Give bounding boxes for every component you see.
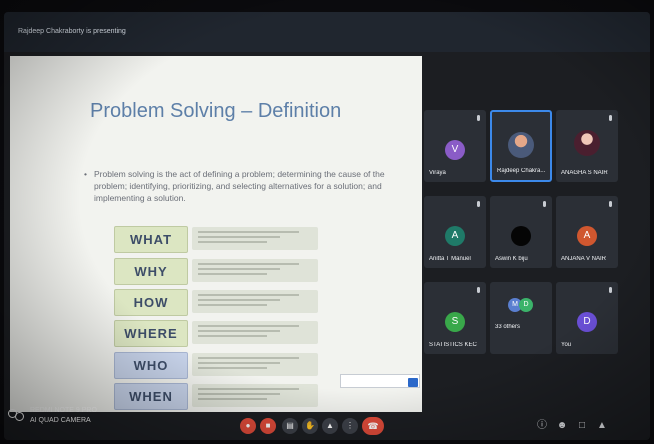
row-description	[192, 227, 318, 250]
avatar: V	[445, 140, 465, 160]
row-label: WHO	[114, 352, 188, 379]
avatar	[511, 226, 531, 246]
slide-row-where: WHERE	[114, 320, 320, 347]
people-icon[interactable]: ☻	[556, 420, 568, 432]
row-description	[192, 353, 318, 376]
participant-tile[interactable]: A ANJANA V NAIR	[556, 196, 618, 268]
mic-off-icon	[609, 115, 612, 121]
row-label: HOW	[114, 289, 188, 316]
mic-off-icon	[609, 201, 612, 207]
row-label: WHY	[114, 258, 188, 285]
participant-name: ANAGHA S NAIR	[561, 170, 608, 176]
present-icon[interactable]: ▲	[322, 418, 338, 434]
mic-off-icon	[543, 201, 546, 207]
participant-name: Rajdeep Chakra...	[497, 168, 546, 174]
monitor-screen: Rajdeep Chakraborty is presenting Proble…	[4, 12, 650, 440]
avatar: D	[577, 312, 597, 332]
avatar: A	[445, 226, 465, 246]
mic-off-icon	[477, 287, 480, 293]
participant-tile[interactable]: ANAGHA S NAIR	[556, 110, 618, 182]
watermark-line-1: REDMI NOTE 9 PRO	[30, 407, 97, 414]
participant-name: Anitta T Manuel	[429, 256, 471, 262]
avatar: A	[577, 226, 597, 246]
avatar: D	[519, 298, 533, 312]
slide-row-how: HOW	[114, 289, 320, 316]
row-label: WHERE	[114, 320, 188, 347]
participant-tile-active[interactable]: Rajdeep Chakra...	[490, 110, 552, 182]
participant-name: Aswin K biju	[495, 256, 528, 262]
self-tile[interactable]: D You	[556, 282, 618, 354]
mic-off-icon	[477, 115, 480, 121]
row-description	[192, 321, 318, 344]
avatar-photo	[508, 132, 534, 158]
mic-toggle-icon[interactable]: ●	[240, 418, 256, 434]
participant-name: You	[561, 342, 572, 348]
row-description	[192, 290, 318, 313]
slide-bullet: Problem solving is the act of defining a…	[84, 168, 394, 204]
avatar-photo	[574, 130, 600, 156]
activities-icon[interactable]: ▲	[596, 420, 608, 432]
row-description	[192, 384, 318, 407]
participant-name: ANJANA V NAIR	[561, 256, 607, 262]
watermark-line-2: AI QUAD CAMERA	[30, 417, 91, 424]
mic-off-icon	[477, 201, 480, 207]
presenting-label: Rajdeep Chakraborty is presenting	[18, 28, 126, 35]
mic-off-icon	[609, 287, 612, 293]
row-label: WHEN	[114, 383, 188, 410]
participant-tile[interactable]: S STATISTICS KEC	[424, 282, 486, 354]
meeting-controls: ● ■ ▤ ✋ ▲ ⋮ ☎ ⓘ ☻ □ ▲	[4, 412, 650, 440]
participant-name: STATISTICS KEC	[429, 342, 477, 348]
participant-tile[interactable]: Aswin K biju	[490, 196, 552, 268]
camera-logo-icon	[8, 409, 24, 423]
chat-icon[interactable]: □	[576, 420, 588, 432]
camera-toggle-icon[interactable]: ■	[260, 418, 276, 434]
row-description	[192, 259, 318, 282]
slide-row-what: WHAT	[114, 226, 320, 253]
slide-title: Problem Solving – Definition	[90, 100, 342, 122]
participant-name: 33 others	[495, 324, 521, 330]
shared-slide: Problem Solving – Definition Problem sol…	[10, 56, 422, 412]
participant-tile[interactable]: V Viraya	[424, 110, 486, 182]
row-label: WHAT	[114, 226, 188, 253]
top-bar: Rajdeep Chakraborty is presenting	[4, 12, 650, 52]
avatar: S	[445, 312, 465, 332]
info-icon[interactable]: ⓘ	[536, 420, 548, 432]
avatar-group: M D	[508, 298, 536, 316]
slide-row-why: WHY	[114, 258, 320, 285]
end-call-icon[interactable]: ☎	[362, 417, 384, 435]
more-options-icon[interactable]: ⋮	[342, 418, 358, 434]
raise-hand-icon[interactable]: ✋	[302, 418, 318, 434]
participant-tile[interactable]: A Anitta T Manuel	[424, 196, 486, 268]
slide-row-when: WHEN	[114, 383, 320, 410]
participant-name: Viraya	[429, 170, 446, 176]
others-tile[interactable]: M D 33 others	[490, 282, 552, 354]
slide-row-who: WHO	[114, 352, 320, 379]
send-icon[interactable]	[408, 378, 418, 387]
captions-icon[interactable]: ▤	[282, 418, 298, 434]
